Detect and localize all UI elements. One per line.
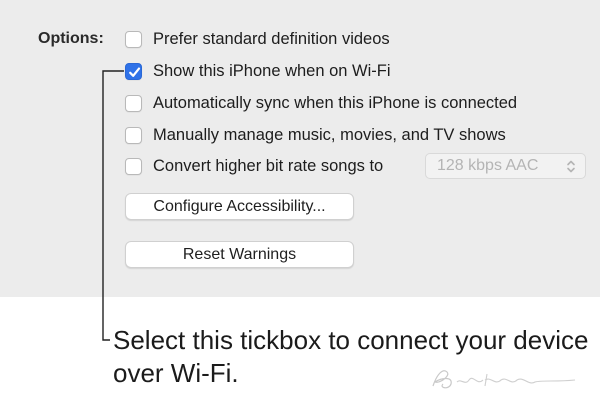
signature-icon <box>432 370 576 389</box>
